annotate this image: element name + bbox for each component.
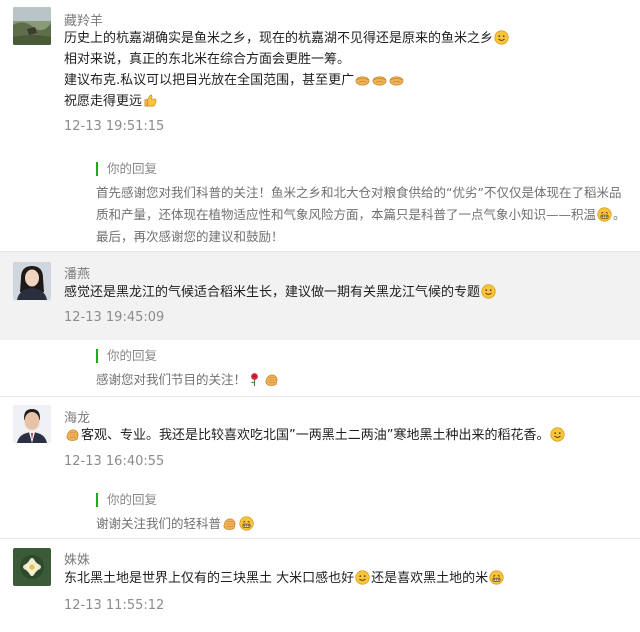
rose-emoji-icon: [247, 372, 262, 387]
reply-text: 首先感谢您对我们科普的关注！鱼米之乡和北大仓对粮食供给的“优劣”不仅仅是体现在了…: [96, 182, 632, 248]
smile-emoji-icon: [355, 570, 370, 585]
fist-emoji-icon: [65, 427, 80, 442]
reply-text: 感谢您对我们节目的关注！: [96, 369, 632, 391]
reply-text-part: 首先感谢您对我们科普的关注！鱼米之乡和北大仓对粮食供给的“优劣”不仅仅是体现在了…: [96, 185, 622, 222]
comment-item: 藏羚羊 历史上的杭嘉湖确实是鱼米之乡，现在的杭嘉湖不见得还是原来的鱼米之乡 相对…: [0, 0, 640, 252]
commenter-name[interactable]: 姝姝: [64, 549, 90, 568]
commenter-name[interactable]: 海龙: [64, 407, 90, 426]
smile-emoji-icon: [550, 427, 565, 442]
commenter-name[interactable]: 潘燕: [64, 263, 90, 282]
comment-line: 感觉还是黑龙江的气候适合稻米生长，建议做一期有关黑龙江气候的专题: [64, 285, 481, 300]
grin-emoji-icon: [489, 570, 504, 585]
comment-text: 客观、专业。我还是比较喜欢吃北国”一两黑土二两油”寒地黑土种出来的稻花香。: [64, 425, 566, 446]
fist-emoji-icon: [264, 372, 279, 387]
reply-text-part: 感谢您对我们节目的关注！: [96, 372, 247, 387]
avatar[interactable]: [13, 405, 51, 443]
avatar[interactable]: [13, 262, 51, 300]
grin-emoji-icon: [239, 516, 254, 531]
reply-label: 你的回复: [96, 349, 632, 363]
reply-label: 你的回复: [96, 493, 632, 507]
comment-item: 潘燕 感觉还是黑龙江的气候适合稻米生长，建议做一期有关黑龙江气候的专题 12-1…: [0, 252, 640, 340]
comment-line: 建议布克.私议可以把目光放在全国范围，甚至更广: [64, 73, 355, 88]
avatar[interactable]: [13, 548, 51, 586]
comment-time: 12-13 19:51:15: [64, 119, 165, 134]
smile-emoji-icon: [494, 30, 509, 45]
comment-line: 祝愿走得更远: [64, 94, 143, 109]
reply-container: 你的回复 感谢您对我们节目的关注！: [0, 340, 640, 397]
commenter-name[interactable]: 藏羚羊: [64, 10, 103, 29]
comment-text: 东北黑土地是世界上仅有的三块黑土 大米口感也好 还是喜欢黑土地的米: [64, 568, 505, 589]
grin-emoji-icon: [597, 207, 612, 222]
cheer-emoji-icon: [372, 72, 387, 87]
reply-label: 你的回复: [96, 162, 632, 176]
comment-time: 12-13 11:55:12: [64, 598, 165, 613]
cheer-emoji-icon: [355, 72, 370, 87]
reply-block: 你的回复 谢谢关注我们的轻科普: [96, 493, 632, 535]
comment-line: 历史上的杭嘉湖确实是鱼米之乡，现在的杭嘉湖不见得还是原来的鱼米之乡: [64, 31, 494, 46]
reply-block: 你的回复 首先感谢您对我们科普的关注！鱼米之乡和北大仓对粮食供给的“优劣”不仅仅…: [96, 162, 632, 248]
fist-emoji-icon: [222, 516, 237, 531]
cheer-emoji-icon: [389, 72, 404, 87]
comment-line: 东北黑土地是世界上仅有的三块黑土 大米口感也好: [64, 571, 355, 586]
comment-item: 海龙 客观、专业。我还是比较喜欢吃北国”一两黑土二两油”寒地黑土种出来的稻花香。…: [0, 397, 640, 539]
comment-time: 12-13 19:45:09: [64, 310, 165, 325]
comment-line: 还是喜欢黑土地的米: [371, 571, 489, 586]
reply-block: 你的回复 感谢您对我们节目的关注！: [96, 349, 632, 391]
avatar[interactable]: [13, 7, 51, 45]
thumbs-up-emoji-icon: [143, 93, 158, 108]
comment-text: 感觉还是黑龙江的气候适合稻米生长，建议做一期有关黑龙江气候的专题: [64, 282, 497, 303]
comment-time: 12-13 16:40:55: [64, 454, 165, 469]
smile-emoji-icon: [481, 284, 496, 299]
reply-text-part: 谢谢关注我们的轻科普: [96, 516, 222, 531]
comment-line: 相对来说，真正的东北米在综合方面会更胜一筹。: [64, 52, 351, 67]
reply-text: 谢谢关注我们的轻科普: [96, 513, 632, 535]
comment-item: 姝姝 东北黑土地是世界上仅有的三块黑土 大米口感也好 还是喜欢黑土地的米 12-1…: [0, 539, 640, 630]
comment-text: 历史上的杭嘉湖确实是鱼米之乡，现在的杭嘉湖不见得还是原来的鱼米之乡 相对来说，真…: [64, 28, 510, 112]
comment-line: 客观、专业。我还是比较喜欢吃北国”一两黑土二两油”寒地黑土种出来的稻花香。: [81, 428, 550, 443]
